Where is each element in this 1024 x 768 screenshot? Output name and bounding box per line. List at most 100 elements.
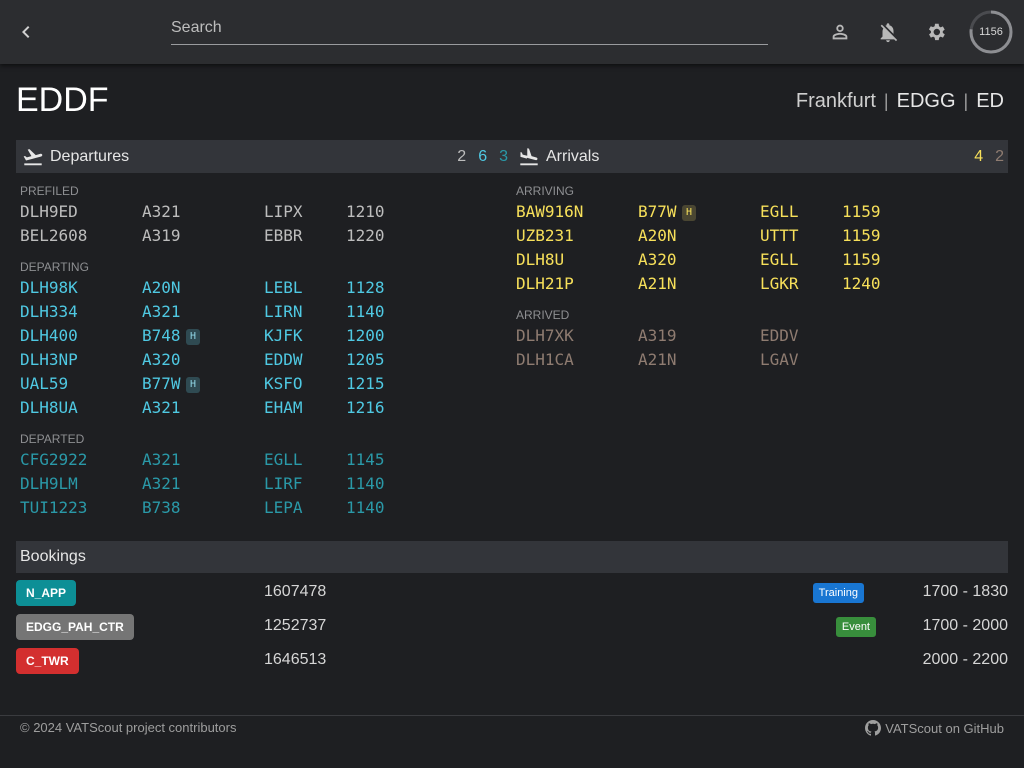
flight-type: A321 xyxy=(142,398,181,417)
flight-type: A320 xyxy=(638,250,677,269)
flight-time: 1159 xyxy=(842,202,881,221)
booking-time: 1700 - 2000 xyxy=(922,617,1008,634)
flight-callsign: DLH1CA xyxy=(516,350,574,369)
flight-row-departing[interactable]: DLH3NP A320 EDDW 1205 xyxy=(20,348,500,372)
flight-dest: EBBR xyxy=(264,226,303,245)
flight-row-departed[interactable]: TUI1223 B738 LEPA 1140 xyxy=(20,496,500,520)
flight-type: A319 xyxy=(638,326,677,345)
flight-dest: EDDW xyxy=(264,350,303,369)
flight-row-departing[interactable]: DLH98K A20N LEBL 1128 xyxy=(20,276,500,300)
group-label-arriving: ARRIVING xyxy=(516,184,575,198)
settings-button[interactable] xyxy=(924,20,948,44)
flight-type: A21N xyxy=(638,274,677,293)
flight-row-departing[interactable]: DLH334 A321 LIRN 1140 xyxy=(20,300,500,324)
account-button[interactable] xyxy=(828,20,852,44)
group-label-arrived: ARRIVED xyxy=(516,308,570,322)
flight-dest: LEPA xyxy=(264,498,303,517)
flight-callsign: DLH21P xyxy=(516,274,574,293)
group-label-departed: DEPARTED xyxy=(20,432,85,446)
flight-dest: EHAM xyxy=(264,398,303,417)
flight-callsign: DLH98K xyxy=(20,278,78,297)
flight-time: 1240 xyxy=(842,274,881,293)
departures-header: Departures 2 6 3 xyxy=(16,140,512,173)
flight-dest: KSFO xyxy=(264,374,303,393)
heavy-badge: H xyxy=(682,205,697,221)
search-input[interactable] xyxy=(171,14,768,42)
flight-type: B748 xyxy=(142,326,181,345)
flight-row-arriving[interactable]: DLH21P A21N LGKR 1240 xyxy=(516,272,996,296)
separator: | xyxy=(883,91,889,111)
back-button[interactable] xyxy=(12,18,40,46)
flight-dest: LIRN xyxy=(264,302,303,321)
group-label-departing: DEPARTING xyxy=(20,260,89,274)
flight-row-departed[interactable]: CFG2922 A321 EGLL 1145 xyxy=(20,448,500,472)
flight-time: 1140 xyxy=(346,302,385,321)
booking-row: N_APP 1607478 Training 1700 - 1830 xyxy=(16,580,1008,606)
booking-cid: 1646513 xyxy=(264,651,327,668)
booking-row: EDGG_PAH_CTR 1252737 Event 1700 - 2000 xyxy=(16,614,1008,640)
github-icon xyxy=(865,720,882,736)
flight-row-departing[interactable]: UAL59 B77W H KSFO 1215 xyxy=(20,372,500,396)
flight-dest: LGKR xyxy=(760,274,799,293)
prefiled-count: 2 xyxy=(457,147,467,165)
flight-time: 1205 xyxy=(346,350,385,369)
flight-type: A320 xyxy=(142,350,181,369)
flight-callsign: CFG2922 xyxy=(20,450,88,469)
flight-row-departing[interactable]: DLH400 B748 H KJFK 1200 xyxy=(20,324,500,348)
arrived-count: 2 xyxy=(995,147,1004,165)
flight-time: 1159 xyxy=(842,250,881,269)
flight-callsign: DLH3NP xyxy=(20,350,78,369)
flight-dest: LEBL xyxy=(264,278,303,297)
flight-callsign: UAL59 xyxy=(20,374,69,393)
booking-position-chip[interactable]: C_TWR xyxy=(16,648,79,674)
flight-row-prefiled[interactable]: BEL2608 A319 EBBR 1220 xyxy=(20,224,500,248)
flight-row-arrived[interactable]: DLH1CA A21N LGAV xyxy=(516,348,996,372)
flight-type: A21N xyxy=(638,350,677,369)
flight-type: A321 xyxy=(142,302,181,321)
airport-icao: EDDF xyxy=(16,81,109,119)
booking-cid: 1607478 xyxy=(264,583,327,600)
notifications-toggle[interactable] xyxy=(876,20,900,44)
flight-row-departing[interactable]: DLH8UA A321 EHAM 1216 xyxy=(20,396,500,420)
github-link-label: VATScout on GitHub xyxy=(885,720,1004,736)
flight-row-departed[interactable]: DLH9LM A321 LIRF 1140 xyxy=(20,472,500,496)
departing-count: 6 xyxy=(478,147,488,165)
departures-counts: 2 6 3 xyxy=(457,148,508,166)
heavy-badge: H xyxy=(186,329,201,345)
flight-callsign: DLH8U xyxy=(516,250,565,269)
airport-city: Frankfurt xyxy=(795,90,876,112)
chevron-left-icon xyxy=(22,26,30,38)
flight-time: 1140 xyxy=(346,498,385,517)
flight-time: 1220 xyxy=(346,226,385,245)
arrivals-header: Arrivals 4 2 xyxy=(512,140,1008,173)
flight-callsign: DLH8UA xyxy=(20,398,78,417)
flight-time: 1200 xyxy=(346,326,385,345)
arriving-count: 4 xyxy=(974,147,984,165)
flight-row-arriving[interactable]: DLH8U A320 EGLL 1159 xyxy=(516,248,996,272)
github-link[interactable]: VATScout on GitHub xyxy=(865,720,1004,736)
flight-type: B738 xyxy=(142,498,181,517)
flight-time: 1216 xyxy=(346,398,385,417)
flight-row-prefiled[interactable]: DLH9ED A321 LIPX 1210 xyxy=(20,200,500,224)
flight-callsign: DLH9LM xyxy=(20,474,78,493)
flight-type: A321 xyxy=(142,450,181,469)
flight-type: A319 xyxy=(142,226,181,245)
booking-position-chip[interactable]: EDGG_PAH_CTR xyxy=(16,614,134,640)
flight-row-arrived[interactable]: DLH7XK A319 EDDV xyxy=(516,324,996,348)
flight-type: A321 xyxy=(142,474,181,493)
landing-icon xyxy=(518,146,540,168)
airport-region: Frankfurt | EDGG | ED xyxy=(796,90,1004,113)
flight-row-arriving[interactable]: BAW916N B77W H EGLL 1159 xyxy=(516,200,996,224)
flight-dest: EGLL xyxy=(760,250,799,269)
flight-dest: KJFK xyxy=(264,326,303,345)
booking-position-chip[interactable]: N_APP xyxy=(16,580,77,606)
flight-row-arriving[interactable]: UZB231 A20N UTTT 1159 xyxy=(516,224,996,248)
flight-type: B77W xyxy=(142,374,181,393)
top-app-bar: 1156 xyxy=(0,0,1024,64)
copyright-text: © 2024 VATScout project contributors xyxy=(20,720,237,735)
refresh-countdown-value: 1156 xyxy=(979,26,1003,38)
flight-time: 1210 xyxy=(346,202,385,221)
booking-time: 1700 - 1830 xyxy=(922,583,1008,600)
flight-callsign: TUI1223 xyxy=(20,498,88,517)
search-field[interactable] xyxy=(171,14,768,45)
